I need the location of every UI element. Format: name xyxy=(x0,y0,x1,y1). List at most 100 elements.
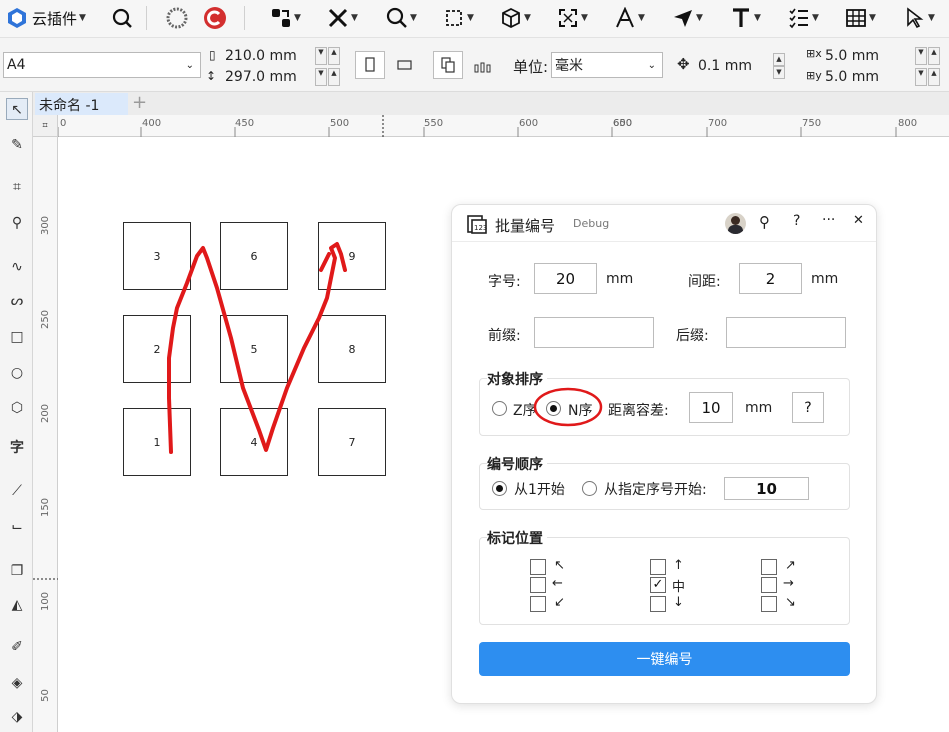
font-size-input[interactable]: 20 xyxy=(534,263,597,294)
user-avatar[interactable] xyxy=(725,213,746,234)
checklist-button[interactable]: ▼ xyxy=(788,4,819,32)
mark-right-checkbox[interactable] xyxy=(761,577,777,593)
dup-x-field[interactable]: 5.0 mm xyxy=(822,46,914,66)
tolerance-help-button[interactable]: ? xyxy=(792,392,824,423)
arrow-up-icon: ↑ xyxy=(673,558,684,573)
arrow-up-right-icon: ↗ xyxy=(785,558,796,573)
main-toolbar: 云插件 ▼ ▼ ▼ ▼ ▼ ▼ ▼ ▼ ▼ ▼ ▼ ▼ ▼ xyxy=(0,0,949,38)
mark-bottom-checkbox[interactable] xyxy=(650,596,666,612)
cube-button[interactable]: ▼ xyxy=(500,4,531,32)
mark-center-checkbox[interactable]: ✓ xyxy=(650,577,666,593)
connector-tool-icon[interactable]: ⌙ xyxy=(6,516,28,538)
polygon-tool-icon[interactable]: ⬡ xyxy=(6,397,28,419)
ellipse-tool-icon[interactable]: ○ xyxy=(6,362,28,384)
document-tab[interactable]: 未命名 -1 xyxy=(35,93,128,115)
ruler-origin[interactable]: ⌗ xyxy=(33,115,58,137)
rectangle-tool-icon[interactable]: □ xyxy=(6,326,28,348)
logo-c-button[interactable] xyxy=(203,4,227,32)
zoom-tool-button[interactable]: ▼ xyxy=(386,4,417,32)
debug-label[interactable]: Debug xyxy=(573,217,609,230)
crop-button[interactable]: ▼ xyxy=(443,4,474,32)
dup-y-field[interactable]: 5.0 mm xyxy=(822,67,914,87)
transparency-tool-icon[interactable]: ◭ xyxy=(6,594,28,616)
spacing-label: 间距: xyxy=(688,274,721,290)
ring-button[interactable] xyxy=(165,4,189,32)
one-click-numbering-button[interactable]: 一键编号 xyxy=(479,642,850,676)
send-button[interactable]: ▼ xyxy=(672,4,703,32)
mark-left-checkbox[interactable] xyxy=(530,577,546,593)
cloud-plugin-menu[interactable]: 云插件 ▼ xyxy=(6,4,86,32)
height-spin-down[interactable]: ▼ xyxy=(315,68,327,86)
crop-tool-icon[interactable]: ⌗ xyxy=(6,176,28,198)
nudge-spin-up[interactable]: ▲ xyxy=(773,53,785,66)
shadow-tool-icon[interactable]: ❐ xyxy=(6,560,28,582)
table-button[interactable]: ▼ xyxy=(845,4,876,32)
chevron-down-icon: ▼ xyxy=(467,13,474,23)
all-pages-button[interactable] xyxy=(433,51,463,79)
text-tool-button[interactable]: ▼ xyxy=(730,4,761,32)
dialog-title: 批量编号 xyxy=(495,217,556,235)
start-from-1-radio[interactable] xyxy=(492,481,507,496)
nudge-field[interactable]: 0.1 mm xyxy=(695,53,772,79)
arrow-left-icon: ← xyxy=(552,576,563,591)
mark-position-title: 标记位置 xyxy=(487,528,547,548)
help-button[interactable]: ? xyxy=(793,213,800,229)
current-page-button[interactable] xyxy=(469,51,499,79)
width-spin-down[interactable]: ▼ xyxy=(315,47,327,65)
fill-tool-icon[interactable]: ◈ xyxy=(6,672,28,694)
spacing-unit: mm xyxy=(811,271,839,287)
text-tool-icon[interactable]: 字 xyxy=(6,437,28,459)
more-menu-button[interactable]: ··· xyxy=(822,212,835,228)
start-value-input[interactable]: 10 xyxy=(724,477,809,500)
suffix-input[interactable] xyxy=(726,317,846,348)
mark-top-right-checkbox[interactable] xyxy=(761,559,777,575)
pointer-button[interactable]: ▼ xyxy=(904,4,935,32)
shape-tool-icon[interactable]: ✎ xyxy=(6,134,28,156)
pick-tool-icon[interactable]: ↖ xyxy=(6,98,28,120)
zoom-tool-icon[interactable]: ⚲ xyxy=(6,212,28,234)
text-T-icon xyxy=(733,8,749,27)
mark-bottom-left-checkbox[interactable] xyxy=(530,596,546,612)
page-height-field[interactable]: 297.0 mm xyxy=(222,67,314,87)
landscape-button[interactable] xyxy=(390,51,420,79)
mark-bottom-right-checkbox[interactable] xyxy=(761,596,777,612)
dialog-header-divider xyxy=(452,241,876,242)
add-tab-button[interactable]: + xyxy=(132,92,147,113)
close-button[interactable]: ✕ xyxy=(853,213,864,228)
spacing-input[interactable]: 2 xyxy=(739,263,802,294)
cross-button[interactable]: ▼ xyxy=(327,4,358,32)
unit-select[interactable]: 毫米 ⌄ xyxy=(551,52,663,78)
page-size-select[interactable]: A4 ⌄ xyxy=(3,52,201,78)
smart-fill-icon[interactable]: ⬗ xyxy=(6,706,28,728)
freehand-tool-icon[interactable]: ∿ xyxy=(6,256,28,278)
portrait-button[interactable] xyxy=(355,51,385,79)
start-from-custom-label: 从指定序号开始: xyxy=(604,482,707,498)
search-button[interactable] xyxy=(111,4,133,32)
start-from-custom-radio[interactable] xyxy=(582,481,597,496)
width-spin-up[interactable]: ▲ xyxy=(328,47,340,65)
node-tool-button[interactable]: ▼ xyxy=(270,4,301,32)
dupx-spin-up[interactable]: ▲ xyxy=(928,47,940,65)
nudge-spin-down[interactable]: ▼ xyxy=(773,66,785,79)
dupx-spin-down[interactable]: ▼ xyxy=(915,47,927,65)
font-a-button[interactable]: ▼ xyxy=(614,4,645,32)
pin-icon[interactable]: ⚲ xyxy=(759,213,770,231)
batch-numbering-dialog: 123 批量编号 Debug ⚲ ? ··· ✕ 字号: 20 mm 间距: 2… xyxy=(451,204,877,704)
expand-button[interactable]: ▼ xyxy=(557,4,588,32)
tolerance-input[interactable]: 10 xyxy=(689,392,733,423)
prefix-input[interactable] xyxy=(534,317,654,348)
dupy-spin-up[interactable]: ▲ xyxy=(928,68,940,86)
dupy-spin-down[interactable]: ▼ xyxy=(915,68,927,86)
mark-top-checkbox[interactable] xyxy=(650,559,666,575)
dup-y-icon: ⊞y xyxy=(806,69,822,82)
document-tab-bar: 未命名 -1 + xyxy=(0,92,949,115)
chevron-down-icon: ▼ xyxy=(351,13,358,23)
dup-x-value: 5.0 mm xyxy=(825,48,879,64)
height-spin-up[interactable]: ▲ xyxy=(328,68,340,86)
dimension-tool-icon[interactable]: ⟋ xyxy=(6,480,28,502)
artistic-media-icon[interactable]: ᔕ xyxy=(6,290,28,312)
eyedropper-tool-icon[interactable]: ✐ xyxy=(6,636,28,658)
z-order-radio[interactable] xyxy=(492,401,507,416)
mark-top-left-checkbox[interactable] xyxy=(530,559,546,575)
page-width-field[interactable]: 210.0 mm xyxy=(222,46,314,66)
